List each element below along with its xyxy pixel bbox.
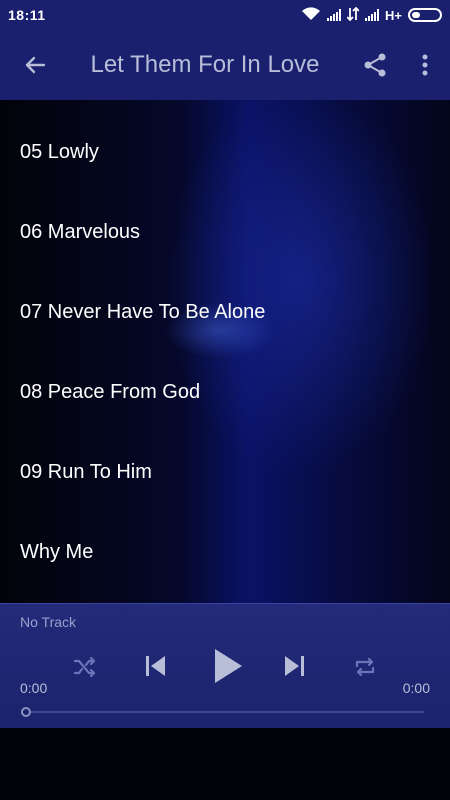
track-item-05[interactable]: 05 Lowly	[20, 132, 99, 172]
signal-strength-icon-2	[365, 9, 380, 21]
track-item-08[interactable]: 08 Peace From God	[20, 372, 200, 412]
seek-thumb[interactable]	[21, 707, 31, 717]
seek-bar[interactable]	[22, 711, 424, 713]
now-playing-label: No Track	[20, 614, 77, 630]
share-button[interactable]	[350, 30, 400, 100]
status-bar: 18:11 H+	[0, 0, 450, 30]
total-duration: 0:00	[402, 680, 430, 696]
overflow-menu-button[interactable]	[400, 30, 450, 100]
play-button[interactable]	[208, 645, 248, 687]
track-item-09[interactable]: 09 Run To Him	[20, 452, 152, 492]
track-item-why-me[interactable]: Why Me	[20, 532, 93, 572]
music-player: No Track 0:00 0:00	[0, 603, 450, 728]
back-button[interactable]	[0, 30, 70, 100]
repeat-icon	[355, 657, 375, 677]
track-item-06[interactable]: 06 Marvelous	[20, 212, 140, 252]
elapsed-time: 0:00	[20, 680, 48, 696]
bottom-spacer	[0, 728, 450, 800]
network-type-label: H+	[385, 7, 402, 23]
wifi-icon	[301, 6, 321, 24]
status-time: 18:11	[8, 7, 46, 23]
repeat-button[interactable]	[350, 652, 380, 682]
previous-button[interactable]	[140, 651, 170, 681]
arrow-left-icon	[25, 56, 46, 74]
status-indicators: H+	[301, 6, 442, 24]
signal-strength-icon	[327, 9, 342, 21]
track-list: 05 Lowly 06 Marvelous 07 Never Have To B…	[0, 100, 450, 603]
shuffle-icon	[73, 656, 96, 678]
next-button[interactable]	[280, 651, 310, 681]
track-item-07[interactable]: 07 Never Have To Be Alone	[20, 292, 265, 332]
skip-previous-icon	[146, 656, 165, 676]
shuffle-button[interactable]	[70, 652, 100, 682]
app-bar: Let Them For In Love	[0, 30, 450, 100]
more-vertical-icon	[422, 54, 428, 76]
skip-next-icon	[285, 656, 304, 676]
data-transfer-icon	[346, 6, 360, 24]
page-title: Let Them For In Love	[90, 51, 320, 78]
share-icon	[364, 53, 386, 77]
play-icon	[215, 649, 242, 683]
battery-icon	[408, 8, 442, 22]
